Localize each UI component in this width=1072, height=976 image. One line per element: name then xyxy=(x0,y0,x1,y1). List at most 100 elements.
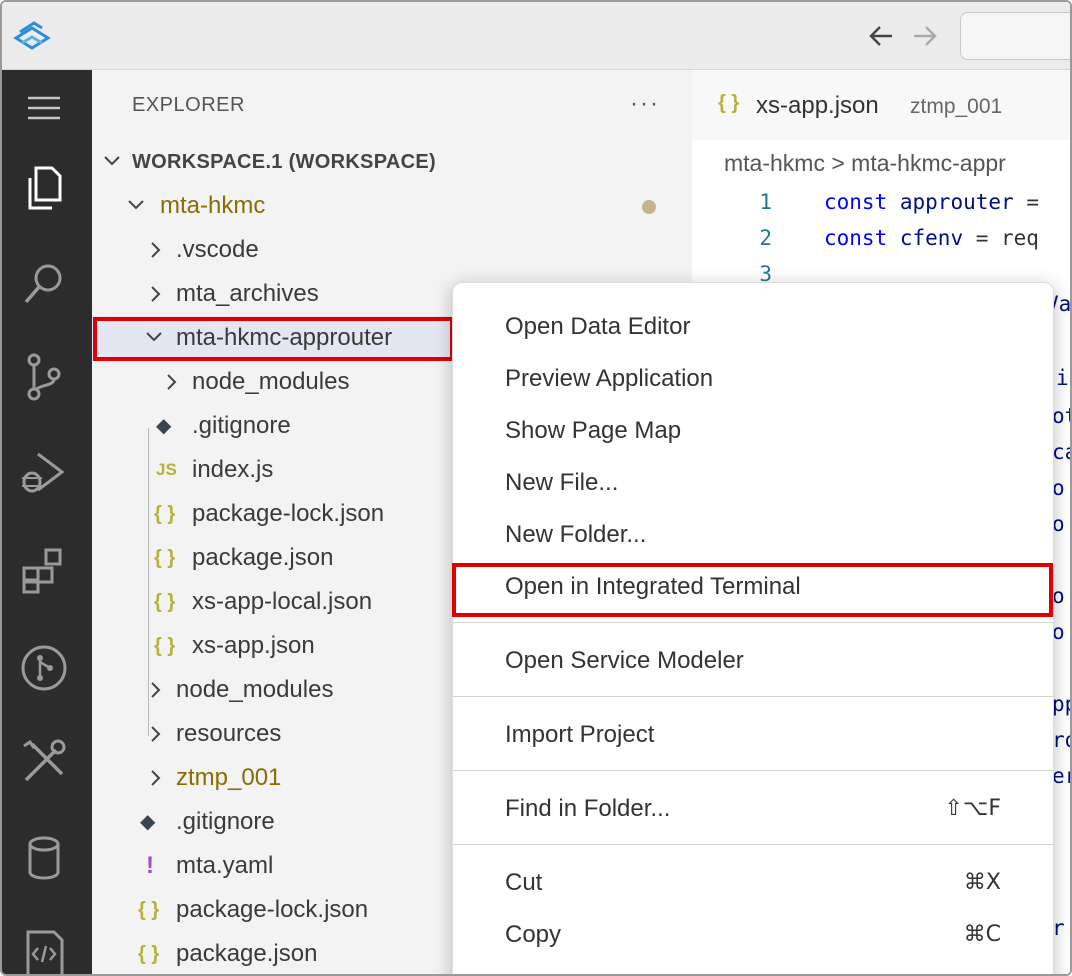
menu-item-label: Preview Application xyxy=(505,365,714,392)
app-window: EXPLORER ··· WORKSPACE.1 (WORKSPACE) mta… xyxy=(0,0,1072,976)
menu-item-shortcut: ⌘X xyxy=(963,870,1001,895)
json-file-icon: { } xyxy=(154,503,176,525)
json-file-icon: { } xyxy=(154,635,176,657)
line-number: 1 xyxy=(759,190,772,214)
tree-item-label: .gitignore xyxy=(176,808,275,835)
tab-title: xs-app.json xyxy=(756,92,879,119)
code-rest: = req xyxy=(963,226,1039,250)
highlight-box-folder xyxy=(93,317,454,361)
code-fragment: ca xyxy=(1052,440,1070,464)
tools-icon[interactable] xyxy=(16,734,72,790)
json-file-icon: { } xyxy=(138,943,160,965)
menu-item-open-service-modeler[interactable]: Open Service Modeler xyxy=(453,635,1055,687)
menu-item-label: Cut xyxy=(505,869,543,896)
code-line[interactable]: 1 const approuter = xyxy=(692,184,1070,220)
menu-item-label: Find in Folder... xyxy=(505,795,671,822)
tree-item-label: xs-app.json xyxy=(192,632,315,659)
tree-item-label: mta-hkmc xyxy=(160,192,266,219)
editor-tab-bar: { } xs-app.json ztmp_001 xyxy=(692,70,1070,140)
git-file-icon: ◆ xyxy=(156,415,172,437)
run-debug-icon[interactable] xyxy=(16,444,72,500)
tree-item-label: resources xyxy=(176,720,282,747)
json-file-icon: { } xyxy=(718,92,740,114)
keyword: const xyxy=(824,226,888,250)
menu-item-shortcut: ⌘C xyxy=(963,922,1001,947)
command-center-search[interactable] xyxy=(960,12,1070,60)
arrow-right-icon[interactable] xyxy=(908,20,942,52)
tree-item-label: index.js xyxy=(192,456,274,483)
menu-separator xyxy=(453,696,1055,697)
line-number: 2 xyxy=(759,226,772,250)
chevron-right-icon xyxy=(151,242,161,258)
menu-item-shortcut: ⇧⌥F xyxy=(944,796,1001,821)
menu-item-label: Open Service Modeler xyxy=(505,647,744,674)
json-file-icon: { } xyxy=(154,591,176,613)
breadcrumb[interactable]: mta-hkmc > mta-hkmc-appr xyxy=(724,150,1006,177)
keyword: const xyxy=(824,190,888,214)
menu-separator xyxy=(453,622,1055,623)
tree-item-label: .vscode xyxy=(176,236,259,263)
chevron-right-icon xyxy=(151,286,161,302)
tree-item-label: xs-app-local.json xyxy=(192,588,373,615)
source-control-icon[interactable] xyxy=(16,348,72,404)
explorer-files-icon[interactable] xyxy=(16,160,72,216)
tree-item-mta-hkmc[interactable]: mta-hkmc xyxy=(92,184,692,228)
code-file-icon[interactable] xyxy=(16,926,72,976)
code-fragment: ro xyxy=(1052,728,1070,752)
menu-item-label: New File... xyxy=(505,469,619,496)
menu-item-label: Open Data Editor xyxy=(505,313,691,340)
menu-item-show-page-map[interactable]: Show Page Map xyxy=(453,405,1055,457)
js-file-icon: JS xyxy=(156,460,177,479)
menu-item-label: Import Project xyxy=(505,721,655,748)
menu-item-import-project[interactable]: Import Project xyxy=(453,709,1055,761)
arrow-left-icon[interactable] xyxy=(864,20,898,52)
search-icon[interactable] xyxy=(16,256,72,312)
code-fragment: i xyxy=(1056,366,1069,390)
menu-separator xyxy=(453,770,1055,771)
menu-item-label: Copy xyxy=(505,921,562,948)
menu-item-cut[interactable]: Cut ⌘X xyxy=(453,857,1055,909)
git-graph-icon[interactable] xyxy=(16,640,72,696)
tab-description: ztmp_001 xyxy=(910,95,1003,118)
chevron-right-icon xyxy=(151,726,161,742)
highlight-box-menu-item xyxy=(452,563,1053,617)
code-fragment: ot xyxy=(1052,404,1070,428)
menu-icon[interactable] xyxy=(16,80,72,136)
menu-item-copy[interactable]: Copy ⌘C xyxy=(453,909,1055,961)
extensions-icon[interactable] xyxy=(16,542,72,598)
editor-tab-xs-app-json[interactable]: { } xs-app.json ztmp_001 xyxy=(692,70,1070,140)
menu-item-preview-application[interactable]: Preview Application xyxy=(453,353,1055,405)
git-file-icon: ◆ xyxy=(140,811,156,833)
tree-item-label: node_modules xyxy=(176,676,334,703)
menu-item-find-in-folder[interactable]: Find in Folder... ⇧⌥F xyxy=(453,783,1055,835)
tree-item-label: ztmp_001 xyxy=(176,764,282,791)
more-actions-icon[interactable]: ··· xyxy=(630,90,660,118)
title-bar xyxy=(2,2,1070,70)
json-file-icon: { } xyxy=(154,547,176,569)
activity-bar xyxy=(2,70,92,976)
tree-item-label: mta_archives xyxy=(176,280,319,307)
tree-item-label: node_modules xyxy=(192,368,350,395)
chevron-down-icon xyxy=(128,200,144,210)
workspace-root[interactable]: WORKSPACE.1 (WORKSPACE) xyxy=(92,140,692,184)
code-fragment: pp xyxy=(1052,692,1070,716)
tree-item-vscode[interactable]: .vscode xyxy=(92,228,692,272)
explorer-title: EXPLORER xyxy=(132,94,245,116)
tree-item-label: mta.yaml xyxy=(176,852,274,879)
menu-item-open-data-editor[interactable]: Open Data Editor xyxy=(453,301,1055,353)
chevron-right-icon xyxy=(151,770,161,786)
chevron-right-icon xyxy=(151,682,161,698)
menu-item-new-folder[interactable]: New Folder... xyxy=(453,509,1055,561)
menu-item-label: New Folder... xyxy=(505,521,647,548)
tree-item-label: package.json xyxy=(192,544,334,571)
workspace-label: WORKSPACE.1 (WORKSPACE) xyxy=(132,151,436,173)
menu-separator xyxy=(453,844,1055,845)
database-icon[interactable] xyxy=(16,830,72,886)
yaml-file-icon: ! xyxy=(146,852,154,879)
code-text: const approuter = xyxy=(824,184,1039,220)
tree-item-label: .gitignore xyxy=(192,412,291,439)
tree-item-label: package-lock.json xyxy=(192,500,385,527)
menu-item-new-file[interactable]: New File... xyxy=(453,457,1055,509)
code-line[interactable]: 2 const cfenv = req xyxy=(692,220,1070,256)
app-logo-icon xyxy=(13,21,51,50)
